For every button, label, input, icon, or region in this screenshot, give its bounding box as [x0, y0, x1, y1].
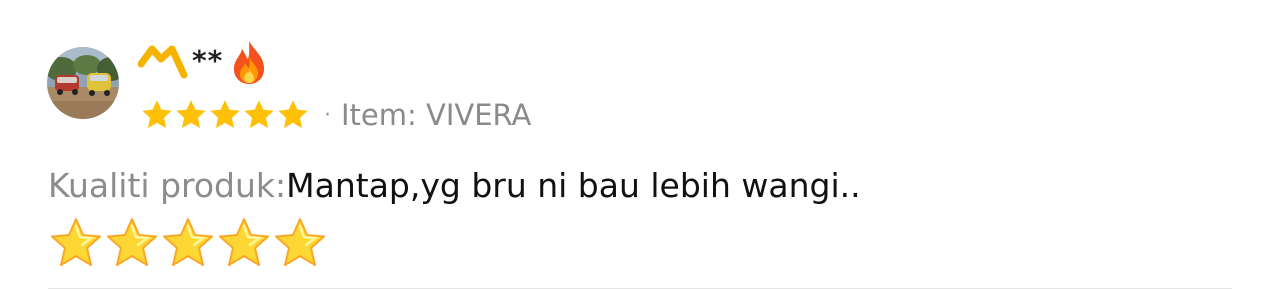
star-emoji-icon: [163, 218, 213, 266]
star-emoji-icon: [275, 218, 325, 266]
rating-stars: [140, 98, 310, 132]
fire-icon: [234, 41, 265, 84]
review-item: ** · Item: VIVERA Kualiti produk:Mantap,…: [0, 0, 1280, 290]
star-icon: [244, 100, 274, 129]
star-icon: [176, 100, 206, 129]
divider: [48, 288, 1232, 289]
review-meta: · Item: VIVERA: [140, 95, 531, 135]
star-emoji-icon: [51, 218, 101, 266]
avatar[interactable]: [47, 47, 119, 119]
star-emoji-icon: [107, 218, 157, 266]
star-icon: [210, 100, 240, 129]
review-text: Kualiti produk:Mantap,yg bru ni bau lebi…: [48, 164, 861, 208]
quality-label: Kualiti produk:: [48, 166, 287, 205]
chevron-mark-icon: [138, 45, 188, 79]
star-icon: [278, 100, 308, 129]
username-text: **: [192, 43, 224, 77]
meta-separator: ·: [324, 102, 331, 128]
star-icon: [142, 100, 172, 129]
emoji-stars: [48, 216, 328, 270]
avatar-photo: [47, 47, 119, 119]
quality-content: Mantap,yg bru ni bau lebih wangi..: [286, 166, 861, 205]
item-variation: Item: VIVERA: [341, 98, 532, 132]
star-emoji-icon: [219, 218, 269, 266]
username: **: [138, 38, 269, 86]
